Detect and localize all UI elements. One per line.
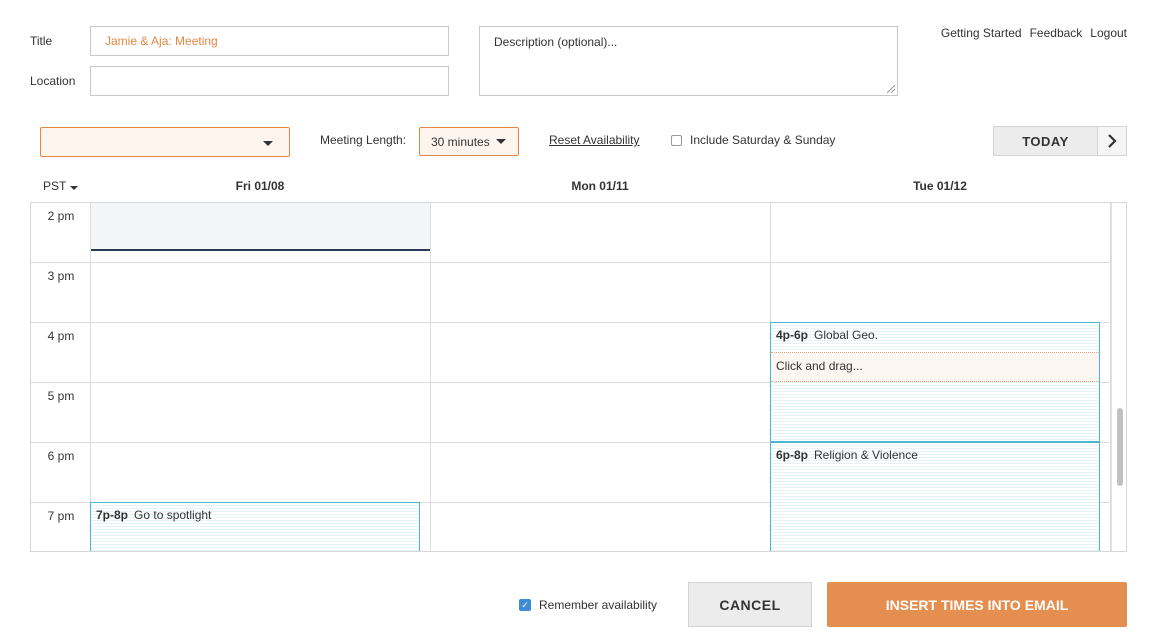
- remember-checkbox[interactable]: ✓: [519, 599, 531, 611]
- calendar-scrollbar[interactable]: [1111, 203, 1126, 551]
- day-header-tue: Tue 01/12: [913, 179, 967, 193]
- location-input[interactable]: [90, 66, 449, 96]
- today-button[interactable]: TODAY: [993, 126, 1098, 156]
- chevron-right-icon: [1108, 134, 1117, 148]
- getting-started-link[interactable]: Getting Started: [941, 26, 1022, 40]
- scrollbar-thumb[interactable]: [1117, 408, 1123, 486]
- hour-label: 5 pm: [47, 389, 75, 403]
- weekend-toggle[interactable]: Include Saturday & Sunday: [671, 133, 835, 147]
- day-header-fri: Fri 01/08: [235, 179, 285, 193]
- remember-label: Remember availability: [539, 598, 658, 612]
- hour-divider: [31, 262, 1111, 263]
- weekend-checkbox[interactable]: [671, 134, 682, 146]
- cancel-button[interactable]: CANCEL: [688, 582, 812, 627]
- column-divider: [90, 203, 91, 551]
- column-divider: [430, 203, 431, 551]
- event-global-geo[interactable]: 4p-6p Global Geo. Click and drag...: [770, 322, 1100, 442]
- hour-label: 7 pm: [47, 509, 75, 523]
- meeting-length-select[interactable]: 30 minutes: [419, 127, 519, 156]
- click-drag-hint: Click and drag...: [771, 352, 1099, 382]
- hour-label: 3 pm: [47, 269, 75, 283]
- feedback-link[interactable]: Feedback: [1030, 26, 1083, 40]
- timezone-label: PST: [43, 179, 67, 193]
- top-links: Getting Started Feedback Logout: [941, 26, 1127, 40]
- remember-availability[interactable]: ✓ Remember availability: [519, 598, 657, 612]
- calendar-select[interactable]: [40, 127, 290, 157]
- event-religion-violence[interactable]: 6p-8p Religion & Violence: [770, 442, 1100, 551]
- selection-highlight[interactable]: [91, 203, 431, 251]
- logout-link[interactable]: Logout: [1090, 26, 1127, 40]
- meeting-length-value: 30 minutes: [431, 134, 490, 149]
- event-time: 4p-6p: [776, 328, 809, 342]
- weekend-label: Include Saturday & Sunday: [690, 133, 836, 147]
- description-placeholder: Description (optional)...: [494, 35, 618, 49]
- day-header-mon: Mon 01/11: [571, 179, 629, 193]
- event-title: Global Geo.: [814, 328, 879, 342]
- meeting-length-label: Meeting Length:: [320, 133, 407, 147]
- insert-times-button[interactable]: INSERT TIMES INTO EMAIL: [827, 582, 1127, 627]
- chevron-down-icon: [495, 139, 506, 144]
- reset-availability-link[interactable]: Reset Availability: [549, 133, 640, 147]
- resize-grip-icon[interactable]: [887, 85, 895, 93]
- timezone-select[interactable]: PST: [43, 179, 79, 193]
- chevron-down-icon: [263, 141, 273, 146]
- hour-label: 2 pm: [47, 209, 75, 223]
- chevron-down-icon: [70, 185, 79, 190]
- event-go-to-spotlight[interactable]: 7p-8p Go to spotlight: [90, 502, 420, 551]
- title-input[interactable]: Jamie & Aja: Meeting: [90, 26, 449, 56]
- event-title: Go to spotlight: [134, 508, 212, 522]
- hour-label: 4 pm: [47, 329, 75, 343]
- location-label: Location: [30, 74, 76, 88]
- calendar-grid[interactable]: 2 pm 3 pm 4 pm 5 pm 6 pm 7 pm 4p-6p Globa…: [30, 202, 1127, 552]
- hour-label: 6 pm: [47, 449, 75, 463]
- next-week-button[interactable]: [1097, 126, 1127, 156]
- event-time: 6p-8p: [776, 448, 809, 462]
- event-title: Religion & Violence: [814, 448, 918, 462]
- event-time: 7p-8p: [96, 508, 129, 522]
- description-textarea[interactable]: Description (optional)...: [479, 26, 898, 96]
- title-label: Title: [30, 34, 53, 48]
